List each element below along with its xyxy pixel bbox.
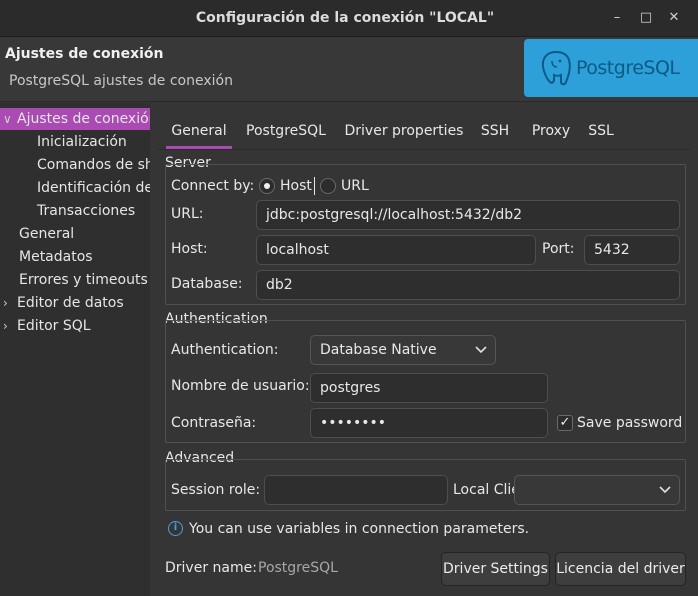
sidebar-item-transacciones[interactable]: Transacciones: [37, 200, 135, 222]
tab-driver-properties[interactable]: Driver properties: [340, 114, 468, 150]
host-field[interactable]: localhost: [256, 235, 536, 265]
minimize-icon[interactable]: –: [607, 8, 627, 28]
save-password-label[interactable]: Save password: [577, 415, 682, 431]
sidebar-item-label: Errores y timeouts: [19, 272, 148, 288]
tab-ssl[interactable]: SSL: [584, 114, 618, 150]
port-field[interactable]: 5432: [584, 235, 680, 265]
tab-general[interactable]: General: [166, 114, 232, 150]
chevron-right-icon[interactable]: ›: [3, 292, 17, 314]
tabs-divider: [158, 149, 690, 150]
settings-sidebar: ∨ Ajustes de conexión Inicialización Coma…: [0, 103, 150, 596]
sidebar-item-comandos-shell[interactable]: Comandos de she: [37, 154, 150, 176]
sidebar-item-metadatos[interactable]: Metadatos: [19, 246, 93, 268]
username-label: Nombre de usuario:: [171, 378, 310, 394]
tab-ssh[interactable]: SSH: [474, 114, 516, 150]
sidebar-item-label: Metadatos: [19, 249, 93, 265]
url-field[interactable]: jdbc:postgresql://localhost:5432/db2: [256, 200, 680, 230]
radio-host[interactable]: [259, 178, 275, 194]
username-field[interactable]: postgres: [310, 373, 548, 403]
sidebar-item-editor-datos[interactable]: › Editor de datos: [3, 292, 124, 314]
maximize-icon[interactable]: □: [636, 8, 656, 28]
sidebar-item-label: Transacciones: [37, 203, 136, 219]
close-icon[interactable]: ✕: [664, 8, 684, 28]
authentication-select[interactable]: Database Native: [310, 335, 496, 365]
info-icon: i: [168, 521, 183, 536]
connect-by-label: Connect by:: [171, 178, 255, 194]
header-subtitle: PostgreSQL ajustes de conexión: [9, 73, 233, 89]
driver-name-label: Driver name:: [165, 560, 257, 576]
sidebar-item-general[interactable]: General: [19, 223, 74, 245]
driver-settings-button[interactable]: Driver Settings: [441, 552, 550, 586]
tab-postgresql[interactable]: PostgreSQL: [238, 114, 334, 150]
local-client-select[interactable]: [514, 475, 680, 505]
logo-text: PostgreSQL: [576, 57, 680, 79]
sidebar-item-label: Identificación de: [37, 180, 150, 196]
authentication-select-value: Database Native: [320, 342, 437, 358]
authentication-label: Authentication:: [171, 342, 279, 358]
header-title: Ajustes de conexión: [5, 46, 164, 62]
database-label: Database:: [171, 276, 243, 292]
sidebar-item-editor-sql[interactable]: › Editor SQL: [3, 315, 91, 337]
chevron-down-icon: [659, 476, 671, 504]
driver-license-button[interactable]: Licencia del driver: [555, 552, 686, 586]
session-role-label: Session role:: [171, 482, 261, 498]
postgresql-logo: PostgreSQL: [524, 39, 698, 97]
window-title: Configuración de la conexión "LOCAL": [195, 10, 495, 26]
sidebar-item-label: Editor de datos: [17, 295, 124, 311]
password-field[interactable]: ••••••••: [310, 408, 548, 438]
radio-url-label[interactable]: URL: [341, 178, 369, 194]
focus-caret: [314, 177, 315, 195]
sidebar-item-label: Editor SQL: [17, 318, 91, 334]
url-label: URL:: [171, 206, 204, 222]
chevron-right-icon[interactable]: ›: [3, 315, 17, 337]
tab-proxy[interactable]: Proxy: [524, 114, 578, 150]
info-text: You can use variables in connection para…: [189, 521, 530, 537]
host-label: Host:: [171, 241, 208, 257]
sidebar-item-ajustes-conexion[interactable]: ∨ Ajustes de conexión: [0, 108, 150, 130]
sidebar-item-label: Inicialización: [37, 134, 127, 150]
save-password-checkbox[interactable]: ✓: [557, 415, 573, 431]
sidebar-item-inicializacion[interactable]: Inicialización: [37, 131, 127, 153]
radio-host-label[interactable]: Host: [280, 178, 312, 194]
radio-url[interactable]: [320, 178, 336, 194]
driver-name-value: PostgreSQL: [258, 560, 338, 576]
header-divider: [0, 101, 698, 102]
postgresql-elephant-icon: [541, 50, 571, 86]
sidebar-item-label: General: [19, 226, 75, 242]
sidebar-item-identificacion[interactable]: Identificación de: [37, 177, 150, 199]
sidebar-item-errores-timeouts[interactable]: Errores y timeouts: [19, 269, 148, 291]
password-label: Contraseña:: [171, 415, 257, 431]
database-field[interactable]: db2: [256, 270, 680, 300]
sidebar-item-label: Comandos de she: [37, 157, 150, 173]
session-role-field[interactable]: [264, 475, 448, 505]
port-label: Port:: [542, 241, 575, 257]
chevron-down-icon[interactable]: ∨: [3, 108, 17, 130]
sidebar-item-label: Ajustes de conexión: [17, 111, 150, 127]
chevron-down-icon: [475, 336, 487, 364]
